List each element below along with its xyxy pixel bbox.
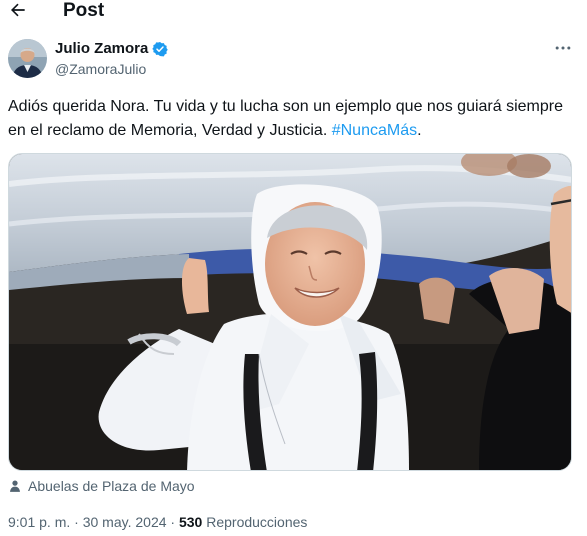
- author-name-text: Julio Zamora: [55, 40, 149, 57]
- tagged-account[interactable]: Abuelas de Plaza de Mayo: [8, 478, 195, 494]
- avatar[interactable]: [8, 39, 47, 78]
- back-button[interactable]: [6, 0, 30, 22]
- verified-badge-icon: [152, 42, 169, 57]
- tweet-body: Adiós querida Nora. Tu vida y tu lucha s…: [8, 98, 563, 139]
- tagged-account-label: Abuelas de Plaza de Mayo: [28, 478, 195, 494]
- more-horizontal-icon: [555, 46, 571, 50]
- more-options-button[interactable]: [551, 38, 575, 58]
- author-name[interactable]: Julio Zamora: [55, 40, 169, 58]
- arrow-left-icon: [11, 3, 25, 17]
- tweet-trailing: .: [417, 122, 422, 139]
- tweet-photo[interactable]: [8, 153, 572, 471]
- views-label: Reproducciones: [206, 514, 308, 530]
- separator-dot: ·: [74, 514, 79, 530]
- separator-dot-2: ·: [170, 514, 176, 530]
- tweet-text: Adiós querida Nora. Tu vida y tu lucha s…: [8, 95, 578, 143]
- tweet-time[interactable]: 9:01 p. m.: [8, 514, 70, 530]
- tweet-date[interactable]: 30 may. 2024: [83, 514, 167, 530]
- person-icon: [10, 480, 20, 492]
- hashtag-link[interactable]: #NuncaMás: [332, 122, 417, 139]
- tweet-meta: 9:01 p. m. · 30 may. 2024 · 530 Reproduc…: [8, 513, 307, 531]
- views-count: 530: [178, 514, 203, 530]
- header-bar: Post: [0, 0, 587, 26]
- author-handle[interactable]: @ZamoraJulio: [55, 60, 146, 78]
- page-title: Post: [63, 0, 105, 21]
